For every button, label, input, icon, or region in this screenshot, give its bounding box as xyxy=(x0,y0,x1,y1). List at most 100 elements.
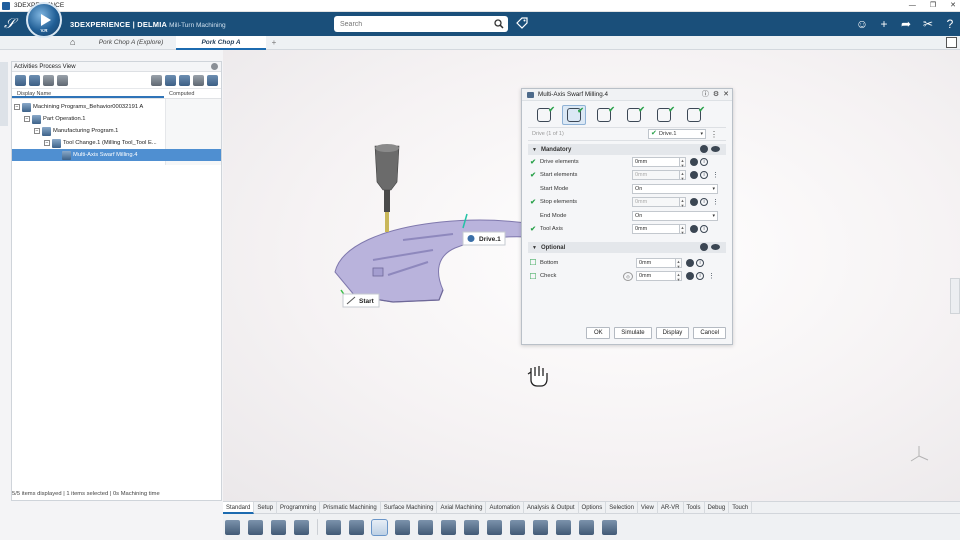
tab-speeds[interactable]: ✔ xyxy=(682,105,706,125)
info-icon[interactable]: i xyxy=(700,171,708,180)
offset-icon[interactable]: ◎ xyxy=(623,271,633,281)
tree-node[interactable]: − Manufacturing Program.1 xyxy=(34,125,118,137)
program-icon[interactable] xyxy=(418,519,433,535)
edit-icon[interactable] xyxy=(686,272,694,281)
display-button[interactable]: Display xyxy=(655,327,690,339)
paste-icon[interactable] xyxy=(271,519,286,535)
fullscreen-icon[interactable] xyxy=(946,37,957,48)
left-side-toolbar[interactable] xyxy=(0,62,8,126)
close-icon[interactable]: ✕ xyxy=(723,89,729,101)
tree-node[interactable]: − Tool Change.1 (Milling Tool_Tool E... xyxy=(44,137,157,149)
spinner[interactable]: ▲ ▼ xyxy=(676,257,682,269)
right-side-toolbar[interactable] xyxy=(950,278,960,314)
options-icon[interactable] xyxy=(43,74,54,86)
search-icon[interactable] xyxy=(494,19,504,29)
output-icon[interactable] xyxy=(556,519,571,535)
user-icon[interactable]: ☺ xyxy=(854,16,870,32)
gear-icon[interactable] xyxy=(193,75,204,86)
tab-debug[interactable]: Debug xyxy=(705,502,730,514)
spinner[interactable]: ▲ ▼ xyxy=(680,224,686,235)
close-window-button[interactable]: ✕ xyxy=(950,0,956,12)
tab-axial-machining[interactable]: Axial Machining xyxy=(437,502,487,514)
more-icon[interactable]: ⋮ xyxy=(710,130,718,139)
expand-icon[interactable] xyxy=(165,75,176,86)
search-box[interactable] xyxy=(334,16,508,32)
tab-options[interactable]: Options xyxy=(579,502,607,514)
tab-prismatic-machining[interactable]: Prismatic Machining xyxy=(320,502,381,514)
tab-active[interactable]: Pork Chop A xyxy=(176,36,266,50)
check-value[interactable]: 0mm xyxy=(636,271,676,282)
tab-view[interactable]: View xyxy=(638,502,658,514)
minimize-button[interactable]: — xyxy=(909,0,916,12)
edit-icon[interactable] xyxy=(690,157,698,166)
compass-widget[interactable]: V.R xyxy=(26,2,62,38)
tab-tools[interactable]: Tools xyxy=(684,502,705,514)
more-icon[interactable]: ⋮ xyxy=(712,198,719,206)
edit-icon[interactable] xyxy=(690,171,698,180)
columns-icon[interactable] xyxy=(179,75,190,86)
tree-node[interactable]: − Part Operation.1 xyxy=(24,113,86,125)
drive-select[interactable]: ✔ Drive.1 ▾ xyxy=(648,129,706,139)
stock-icon[interactable] xyxy=(487,519,502,535)
edit-icon[interactable] xyxy=(690,225,698,234)
tab-setup[interactable]: Setup xyxy=(254,502,278,514)
filter-icon[interactable] xyxy=(15,74,26,86)
start-mode-select[interactable]: On ▾ xyxy=(632,183,718,194)
info-icon[interactable]: ⓘ xyxy=(702,89,709,101)
layout-icon[interactable] xyxy=(207,75,218,86)
spinner[interactable]: ▲ ▼ xyxy=(676,271,682,282)
settings-icon[interactable] xyxy=(57,74,68,86)
settings-icon[interactable] xyxy=(602,519,617,535)
drive-elements-value[interactable]: 0mm xyxy=(632,156,680,167)
tool-axis-value[interactable]: 0mm xyxy=(632,224,680,235)
share-icon[interactable]: ➦ xyxy=(898,16,914,32)
toolpath-icon[interactable] xyxy=(464,519,479,535)
verify-icon[interactable] xyxy=(533,519,548,535)
dialog-title-bar[interactable]: Multi-Axis Swarf Milling.4 ⓘ ⚙ ✕ xyxy=(522,89,732,101)
end-mode-select[interactable]: On ▾ xyxy=(632,210,718,221)
tab-analysis-output[interactable]: Analysis & Output xyxy=(524,502,579,514)
maximize-button[interactable]: ❐ xyxy=(930,0,936,12)
tab-tool[interactable]: ✔ xyxy=(532,105,556,125)
column-computed[interactable]: Computed xyxy=(164,89,194,98)
zoom-icon[interactable] xyxy=(326,519,341,535)
edit-icon[interactable] xyxy=(700,243,708,251)
part-operation-icon[interactable] xyxy=(395,519,410,535)
info-icon[interactable]: i xyxy=(700,198,708,207)
mandatory-section-header[interactable]: ▼ Mandatory xyxy=(528,144,726,155)
more-icon[interactable]: ⋮ xyxy=(708,272,715,280)
info-icon[interactable]: i xyxy=(700,157,708,166)
tag-icon[interactable] xyxy=(516,17,528,29)
add-icon[interactable]: + xyxy=(876,16,892,32)
edit-icon[interactable] xyxy=(690,198,698,207)
tree-node[interactable]: − Machining Programs_Behavior00032191 A xyxy=(14,101,143,113)
undo-icon[interactable] xyxy=(294,519,309,535)
tab-standard[interactable]: Standard xyxy=(223,502,255,514)
gear-icon[interactable]: ⚙ xyxy=(713,89,719,101)
tools-icon[interactable]: ✂ xyxy=(920,16,936,32)
help-icon[interactable]: ? xyxy=(942,16,958,32)
info-icon[interactable]: i xyxy=(696,272,704,281)
tab-strategy[interactable]: ✔ xyxy=(592,105,616,125)
cut-icon[interactable] xyxy=(225,519,240,535)
tab-geometry[interactable]: ✔ xyxy=(562,105,586,125)
add-tab-button[interactable]: + xyxy=(268,36,280,50)
column-display-name[interactable]: Display Name xyxy=(12,89,164,98)
tab-surface-machining[interactable]: Surface Machining xyxy=(381,502,438,514)
tab-selection[interactable]: Selection xyxy=(606,502,638,514)
tree-node-selected[interactable]: Multi-Axis Swarf Milling.4 xyxy=(12,149,221,161)
tab-explore[interactable]: Pork Chop A (Explore) xyxy=(90,36,172,50)
eye-icon[interactable] xyxy=(711,244,720,250)
tree-icon[interactable] xyxy=(29,74,40,86)
tab-macros[interactable]: ✔ xyxy=(652,105,676,125)
ds-logo-icon[interactable]: 𝒮 xyxy=(4,16,15,32)
spinner[interactable]: ▲ ▼ xyxy=(680,156,686,168)
tab-touch[interactable]: Touch xyxy=(729,502,753,514)
find-icon[interactable] xyxy=(151,75,162,86)
home-icon[interactable]: ⌂ xyxy=(70,37,75,47)
eye-icon[interactable] xyxy=(711,146,720,152)
more-icon[interactable]: ⋮ xyxy=(712,171,719,179)
cancel-button[interactable]: Cancel xyxy=(693,327,726,339)
tab-programming[interactable]: Programming xyxy=(277,502,321,514)
tab-feeds[interactable]: ✔ xyxy=(622,105,646,125)
